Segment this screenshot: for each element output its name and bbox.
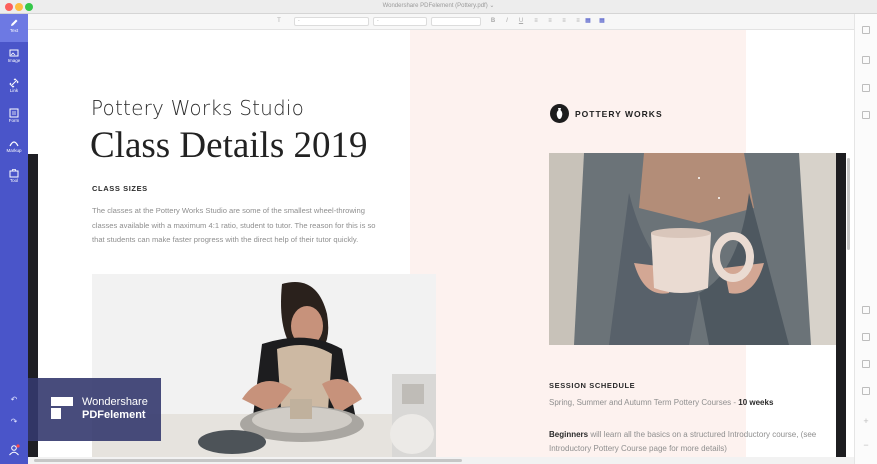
toolbox-icon [9, 169, 19, 178]
tool-form[interactable]: Form [0, 104, 28, 132]
properties-icon[interactable] [862, 306, 870, 314]
right-panel: + − [854, 14, 877, 464]
class-sizes-heading[interactable]: CLASS SIZES [92, 184, 148, 193]
comment-panel-icon[interactable] [862, 387, 870, 395]
font-select[interactable]: - [294, 17, 369, 26]
link-icon [9, 78, 19, 88]
undo-icon[interactable]: ↶ [0, 395, 28, 404]
tool-markup[interactable]: Markup [0, 134, 28, 162]
tool-tool[interactable]: Tool [0, 164, 28, 192]
tool-link-label: Link [9, 88, 19, 93]
tool-text[interactable]: Text [0, 14, 28, 42]
page-edge-right [836, 153, 846, 457]
tool-link[interactable]: Link [0, 74, 28, 102]
tool-image-label: Image [7, 58, 21, 63]
session-duration: 10 weeks [738, 398, 774, 407]
session-line-text: Spring, Summer and Autumn Term Pottery C… [549, 398, 739, 407]
italic-button[interactable]: I [503, 17, 511, 26]
color-select[interactable] [431, 17, 481, 26]
account-button[interactable] [8, 443, 20, 456]
tool-text-label: Text [9, 28, 19, 33]
badge-brand-text: Wondershare [82, 396, 148, 408]
align-left-icon[interactable]: ≡ [532, 17, 540, 26]
pen-icon [11, 19, 18, 26]
bold-button[interactable]: B [489, 17, 497, 26]
text-format-icon[interactable]: T [275, 17, 283, 26]
beginners-paragraph[interactable]: Beginners will learn all the basics on a… [549, 428, 829, 456]
markup-icon [9, 141, 19, 147]
image-panel-icon[interactable] [862, 333, 870, 341]
align-center-icon[interactable]: ≡ [546, 17, 554, 26]
list-icon[interactable] [862, 111, 870, 119]
user-icon [9, 444, 20, 456]
tool-sidebar: Text Image Link Form Markup Tool ↶ ↷ [0, 14, 28, 464]
tool-markup-label: Markup [6, 148, 22, 153]
vase-icon [556, 108, 563, 119]
page-icon[interactable] [862, 56, 870, 64]
title-bar: Wondershare PDFelement (Pottery.pdf) ⌄ [0, 0, 877, 14]
mug-illustration [549, 153, 840, 345]
class-sizes-paragraph[interactable]: The classes at the Pottery Works Studio … [92, 204, 384, 248]
session-schedule-heading[interactable]: SESSION SCHEDULE [549, 381, 635, 390]
session-line[interactable]: Spring, Summer and Autumn Term Pottery C… [549, 398, 773, 407]
zoom-in-icon[interactable]: + [862, 417, 870, 426]
edit-mode-icon[interactable]: ▦ [584, 17, 592, 26]
beginners-label: Beginners [549, 430, 589, 439]
beginners-text: will learn all the basics on a structure… [549, 430, 817, 453]
font-size-select[interactable]: - [373, 17, 427, 26]
tool-tool-label: Tool [9, 178, 19, 183]
zoom-out-icon[interactable]: − [862, 441, 870, 450]
tool-form-label: Form [8, 118, 20, 123]
thumbnail-icon[interactable] [862, 26, 870, 34]
bookmark-icon[interactable] [862, 84, 870, 92]
underline-button[interactable]: U [517, 17, 525, 26]
document-subtitle[interactable]: Pottery Works Studio [91, 96, 304, 120]
line-mode-icon[interactable]: ▦ [598, 17, 606, 26]
mug-photo[interactable] [549, 153, 840, 345]
pottery-works-logo-text: POTTERY WORKS [575, 109, 663, 119]
redo-icon[interactable]: ↷ [0, 417, 28, 426]
align-justify-icon[interactable]: ≡ [574, 17, 582, 26]
form-panel-icon[interactable] [862, 360, 870, 368]
align-right-icon[interactable]: ≡ [560, 17, 568, 26]
window-title: Wondershare PDFelement (Pottery.pdf) ⌄ [382, 3, 495, 9]
pottery-works-logo [550, 104, 569, 123]
tool-image[interactable]: Image [0, 44, 28, 72]
form-icon [9, 108, 19, 118]
document-title[interactable]: Class Details 2019 [90, 124, 367, 167]
pdfelement-logo-icon [51, 397, 73, 419]
vertical-scrollbar[interactable] [847, 158, 850, 250]
badge-product-text: PDFelement [82, 409, 146, 421]
horizontal-scrollbar[interactable] [34, 459, 462, 462]
image-icon [9, 49, 19, 57]
format-toolbar: T - - B I U ≡ ≡ ≡ ≡ ▦ ▦ [28, 14, 854, 30]
